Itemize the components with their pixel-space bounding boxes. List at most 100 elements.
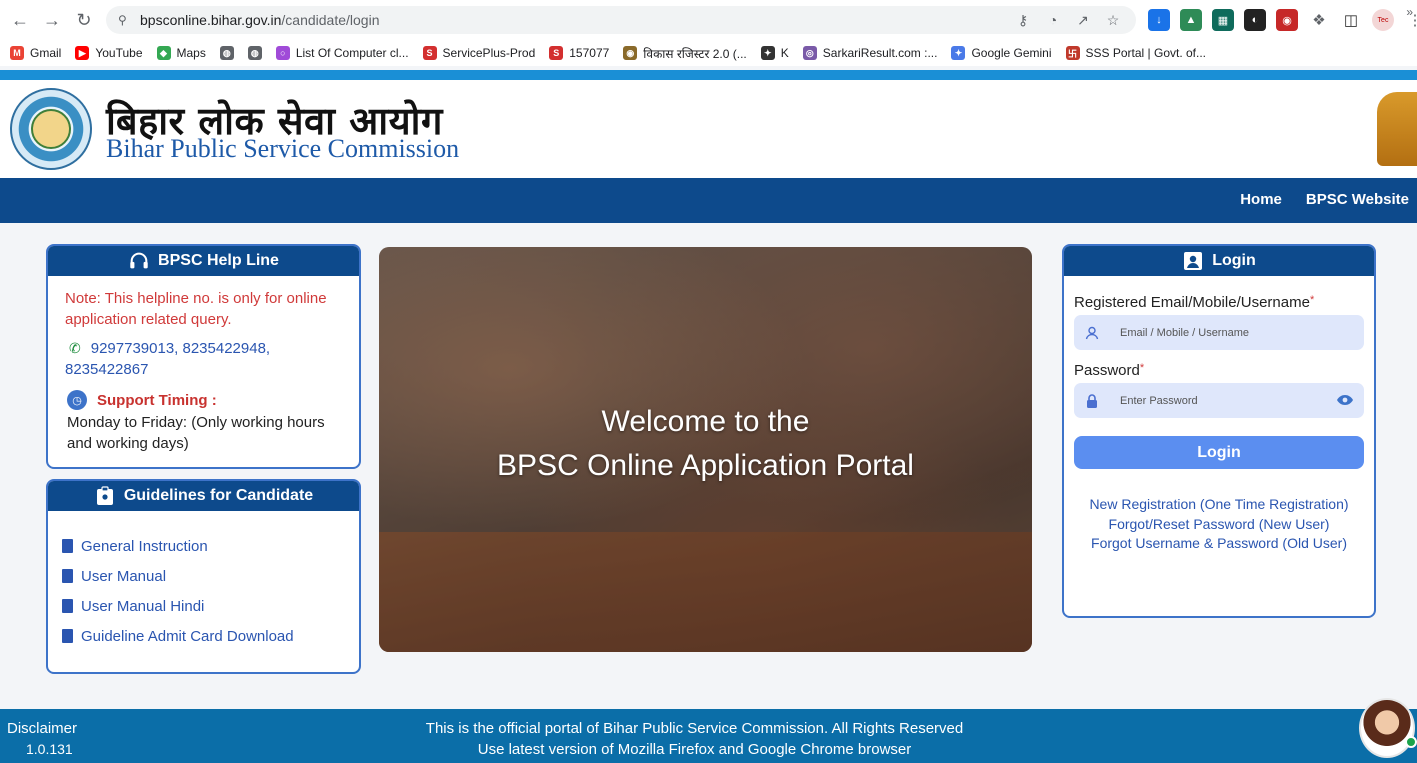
bookmark-item[interactable]: ✦ Google Gemini bbox=[951, 46, 1052, 60]
password-input[interactable] bbox=[1120, 394, 1320, 407]
helpline-phone-numbers: 9297739013, 8235422948, 8235422867 bbox=[65, 340, 271, 378]
guideline-user-manual-hindi[interactable]: User Manual Hindi bbox=[62, 591, 359, 621]
chat-assistant-avatar[interactable] bbox=[1359, 698, 1415, 758]
sidepanel-icon[interactable]: ◫ bbox=[1340, 9, 1362, 31]
bookmark-label: Gmail bbox=[30, 46, 62, 60]
bookmarks-overflow-icon[interactable]: » bbox=[1406, 5, 1413, 19]
bookmark-item[interactable]: S ServicePlus-Prod bbox=[422, 46, 536, 60]
star-icon[interactable]: ☆ bbox=[1104, 11, 1122, 29]
clock-icon: ◷ bbox=[67, 390, 87, 410]
pdf-icon bbox=[62, 539, 73, 553]
new-registration-link[interactable]: New Registration (One Time Registration) bbox=[1064, 495, 1374, 515]
gmail-icon: M bbox=[10, 46, 24, 60]
site-info-icon[interactable]: ⚲ bbox=[118, 13, 130, 27]
address-bar[interactable]: ⚲ bpsconline.bihar.gov.in/candidate/logi… bbox=[106, 6, 1136, 34]
nav-home-link[interactable]: Home bbox=[1240, 191, 1282, 208]
hero-banner: Welcome to the BPSC Online Application P… bbox=[379, 247, 1032, 652]
forgot-reset-password-link[interactable]: Forgot/Reset Password (New User) bbox=[1064, 515, 1374, 535]
guidelines-header: Guidelines for Candidate bbox=[48, 481, 359, 511]
bookmark-label: YouTube bbox=[95, 46, 143, 60]
forward-icon[interactable]: → bbox=[40, 8, 64, 32]
bookmark-item[interactable]: ◍ bbox=[247, 46, 262, 60]
password-label-text: Password bbox=[1074, 362, 1140, 379]
reload-icon[interactable]: ↻ bbox=[72, 8, 96, 32]
required-mark: * bbox=[1309, 294, 1315, 306]
bookmark-item[interactable]: ○ List Of Computer cl... bbox=[275, 46, 409, 60]
support-timing-text: Monday to Friday: (Only working hours an… bbox=[67, 414, 325, 452]
extension-icon[interactable]: ▦ bbox=[1212, 9, 1234, 31]
main-navbar: Home BPSC Website bbox=[0, 178, 1417, 223]
bookmark-item[interactable]: ▶ YouTube bbox=[75, 46, 143, 60]
gemini-icon: ✦ bbox=[951, 46, 966, 60]
puzzle-icon[interactable]: ❖ bbox=[1308, 9, 1330, 31]
login-header: Login bbox=[1064, 246, 1374, 276]
support-timing-label: Support Timing : bbox=[97, 391, 217, 409]
bookmark-item[interactable]: ✦ K bbox=[760, 46, 789, 60]
bookmark-item[interactable]: S 157077 bbox=[549, 46, 609, 60]
bookmark-item[interactable]: 卐 SSS Portal | Govt. of... bbox=[1065, 46, 1206, 60]
login-button[interactable]: Login bbox=[1074, 436, 1364, 469]
guideline-user-manual[interactable]: User Manual bbox=[62, 561, 359, 591]
site-footer: Disclaimer 1.0.131 This is the official … bbox=[0, 709, 1417, 763]
bookmark-label: List Of Computer cl... bbox=[295, 46, 409, 60]
serviceplus-icon: S bbox=[549, 46, 564, 60]
guidelines-card: Guidelines for Candidate General Instruc… bbox=[46, 479, 361, 674]
bookmark-item[interactable]: ◆ Maps bbox=[156, 46, 206, 60]
browser-toolbar: ← → ↻ ⚲ bpsconline.bihar.gov.in/candidat… bbox=[0, 0, 1417, 40]
password-field[interactable] bbox=[1074, 383, 1364, 418]
bookmark-item[interactable]: ◎ SarkariResult.com :... bbox=[802, 46, 937, 60]
download-extension-icon[interactable]: ↓ bbox=[1148, 9, 1170, 31]
nav-bpsc-website-link[interactable]: BPSC Website bbox=[1306, 191, 1409, 208]
bookmarks-bar: M Gmail ▶ YouTube ◆ Maps ◍ ◍ ○ List Of Computer c… bbox=[0, 40, 1417, 66]
sarkari-icon: ◎ bbox=[802, 46, 817, 60]
extension-icon[interactable]: ▲ bbox=[1180, 9, 1202, 31]
extension-icon[interactable]: ◉ bbox=[1276, 9, 1298, 31]
bookmark-item[interactable]: M Gmail bbox=[10, 46, 61, 60]
pdf-icon bbox=[62, 599, 73, 613]
key-icon[interactable]: ⚷ bbox=[1014, 11, 1032, 29]
guideline-label: User Manual Hindi bbox=[81, 597, 205, 615]
bookmark-label: Maps bbox=[176, 46, 206, 60]
bookmark-label: K bbox=[780, 46, 789, 60]
bookmark-label: विकास रजिस्टर 2.0 (... bbox=[643, 46, 747, 61]
bpsc-seal-logo bbox=[10, 88, 92, 170]
password-label: Password* bbox=[1064, 362, 1374, 379]
clipboard-icon bbox=[94, 485, 116, 507]
bookmark-item[interactable]: ◍ bbox=[219, 46, 234, 60]
bookmark-label: ServicePlus-Prod bbox=[442, 46, 536, 60]
hero-heading-line1: Welcome to the bbox=[601, 405, 810, 438]
phone-icon: ✆ bbox=[69, 340, 81, 356]
guidelines-title: Guidelines for Candidate bbox=[123, 487, 314, 504]
emblem-icon: ◉ bbox=[623, 46, 638, 60]
performance-icon[interactable]: ◔ bbox=[1044, 11, 1062, 29]
profile-avatar[interactable]: Tec bbox=[1372, 9, 1394, 31]
support-timing-row: ◷ Support Timing : bbox=[48, 380, 359, 410]
serviceplus-icon: S bbox=[422, 46, 437, 60]
login-card: Login Registered Email/Mobile/Username* … bbox=[1062, 244, 1376, 618]
username-input[interactable] bbox=[1120, 326, 1320, 339]
username-label-text: Registered Email/Mobile/Username bbox=[1074, 294, 1310, 311]
globe-icon: ◍ bbox=[247, 46, 262, 60]
share-icon[interactable]: ↗ bbox=[1074, 11, 1092, 29]
login-links: New Registration (One Time Registration)… bbox=[1064, 495, 1374, 554]
headset-icon bbox=[128, 250, 150, 272]
guidelines-list: General Instruction User Manual User Man… bbox=[48, 511, 359, 651]
hero-heading-line2: BPSC Online Application Portal bbox=[497, 449, 914, 482]
guideline-label: General Instruction bbox=[81, 537, 208, 555]
guideline-general-instruction[interactable]: General Instruction bbox=[62, 531, 359, 561]
user-icon bbox=[1084, 325, 1100, 341]
footer-copyright: This is the official portal of Bihar Pub… bbox=[425, 720, 964, 737]
username-field[interactable] bbox=[1074, 315, 1364, 350]
show-password-icon[interactable] bbox=[1336, 392, 1354, 408]
forgot-username-password-link[interactable]: Forgot Username & Password (Old User) bbox=[1064, 534, 1374, 554]
required-mark: * bbox=[1139, 362, 1145, 374]
bookmark-item[interactable]: ◉ विकास रजिस्टर 2.0 (... bbox=[623, 45, 747, 62]
bookmark-label: 157077 bbox=[569, 46, 610, 60]
guideline-admit-card-download[interactable]: Guideline Admit Card Download bbox=[62, 621, 359, 651]
extension-icon[interactable]: ◐ bbox=[1244, 9, 1266, 31]
youtube-icon: ▶ bbox=[75, 46, 90, 60]
online-status-dot bbox=[1405, 736, 1417, 748]
helpline-phones: ✆ 9297739013, 8235422948, 8235422867 bbox=[48, 330, 359, 380]
hero-photo-desks bbox=[379, 532, 1032, 652]
back-icon[interactable]: ← bbox=[8, 8, 32, 32]
